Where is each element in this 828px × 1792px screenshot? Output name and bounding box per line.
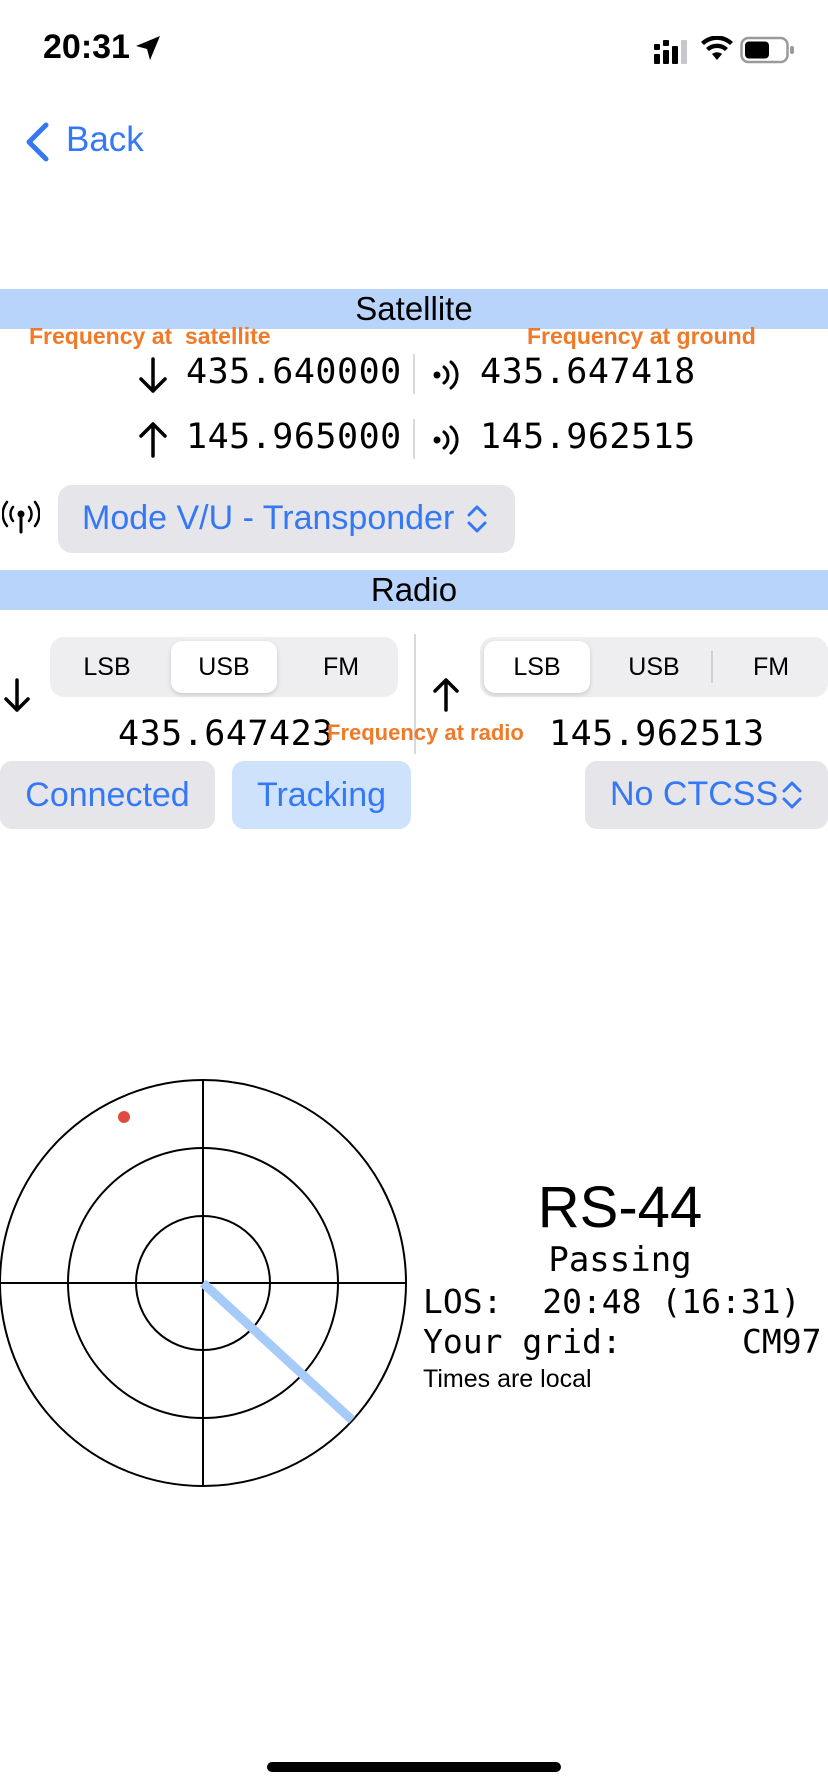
annotation-frequency-at-satellite: Frequency at satellite [29, 323, 271, 349]
pass-state: Passing [548, 1240, 692, 1280]
antenna-icon [2, 500, 40, 534]
annotation-frequency-at-radio: Frequency at radio [327, 720, 524, 745]
arrow-down-icon [139, 357, 167, 393]
frequency-divider [413, 419, 415, 459]
ctcss-selector[interactable]: No CTCSS [585, 761, 828, 829]
satellite-track [199, 1279, 356, 1424]
downlink-mode-lsb[interactable]: LSB [54, 641, 160, 693]
broadcast-icon [433, 425, 459, 455]
downlink-mode-fm[interactable]: FM [288, 641, 394, 693]
radio-header: Radio [0, 570, 828, 610]
arrow-down-icon [4, 678, 30, 712]
uplink-frequency-ground: 145.962515 [480, 417, 696, 457]
status-time: 20:31 [43, 28, 130, 66]
downlink-frequency-satellite: 435.640000 [186, 352, 402, 392]
arrow-up-icon [433, 678, 459, 712]
segment-divider [711, 651, 713, 683]
chevron-up-down-icon [782, 781, 802, 809]
radio-downlink-frequency: 435.647423 [118, 714, 334, 754]
downlink-frequency-ground: 435.647418 [480, 352, 696, 392]
satellite-name: RS-44 [537, 1175, 703, 1240]
ctcss-selector-label: No CTCSS [610, 775, 779, 813]
chevron-left-icon [26, 122, 49, 162]
uplink-mode-segmented-control: LSB USB FM [480, 637, 828, 697]
downlink-mode-segmented-control: LSB USB FM [50, 637, 398, 697]
grid-label: Your grid: [423, 1322, 622, 1361]
grid-value: CM97 [742, 1322, 822, 1361]
arrow-up-icon [139, 422, 167, 458]
chevron-up-down-icon [467, 505, 487, 533]
mode-selector[interactable]: Mode V/U - Transponder [58, 485, 515, 553]
broadcast-icon [433, 360, 459, 390]
uplink-mode-usb[interactable]: USB [601, 641, 707, 693]
location-arrow-icon [136, 36, 160, 60]
los-time: LOS: 20:48 (16:31) [423, 1282, 801, 1321]
battery-icon [740, 36, 794, 64]
times-note: Times are local [423, 1365, 592, 1393]
annotation-frequency-at-ground: Frequency at ground [527, 323, 756, 349]
back-button[interactable]: Back [22, 118, 152, 168]
radio-uplink-frequency: 145.962513 [549, 714, 765, 754]
uplink-mode-fm[interactable]: FM [718, 641, 824, 693]
mode-selector-label: Mode V/U - Transponder [82, 499, 455, 537]
back-label: Back [66, 120, 144, 159]
tracking-button[interactable]: Tracking [232, 761, 411, 829]
downlink-mode-usb[interactable]: USB [171, 641, 277, 693]
cellular-signal-icon [654, 40, 687, 64]
satellite-position-dot [118, 1111, 130, 1123]
frequency-divider [413, 354, 415, 394]
home-indicator [267, 1762, 561, 1772]
sky-plot [0, 1079, 407, 1487]
connected-button[interactable]: Connected [0, 761, 215, 829]
uplink-frequency-satellite: 145.965000 [186, 417, 402, 457]
wifi-icon [701, 36, 733, 60]
uplink-mode-lsb[interactable]: LSB [484, 641, 590, 693]
